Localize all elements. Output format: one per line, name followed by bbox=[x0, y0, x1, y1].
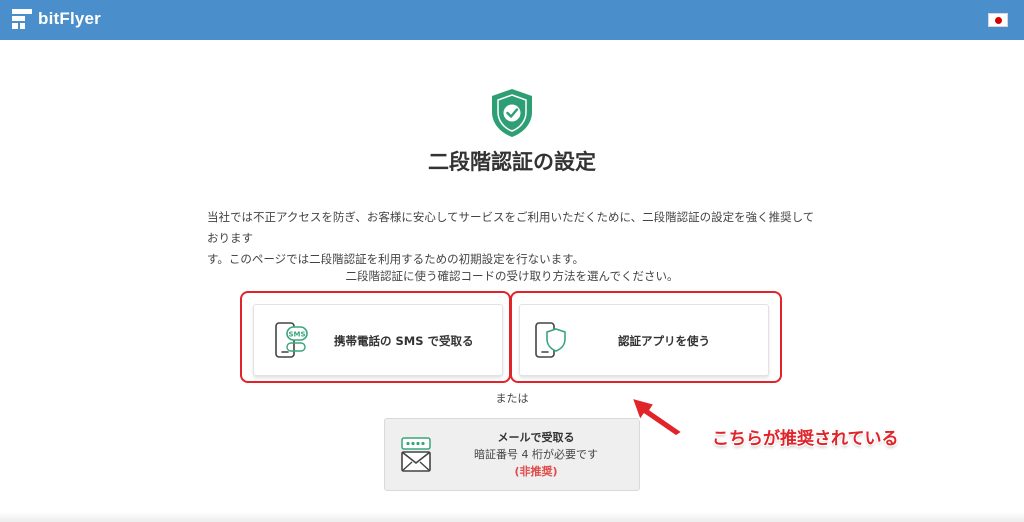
app-option-label: 認証アプリを使う bbox=[618, 334, 710, 348]
description-line-1: 当社では不正アクセスを防ぎ、お客様に安心してサービスをご利用いただくために、二段… bbox=[207, 210, 815, 245]
shield-check-icon bbox=[492, 89, 532, 137]
envelope-password-icon bbox=[401, 437, 431, 472]
email-option-text: メールで受取る 暗証番号 4 桁が必要です (非推奨) bbox=[439, 429, 633, 480]
red-arrow-icon bbox=[631, 397, 683, 437]
authenticator-app-option-button[interactable]: 認証アプリを使う bbox=[519, 304, 769, 376]
japan-flag-icon[interactable] bbox=[988, 13, 1008, 27]
choose-method-prompt: 二段階認証に使う確認コードの受け取り方法を選んでください。 bbox=[345, 269, 679, 283]
page-title: 二段階認証の設定 bbox=[428, 150, 596, 174]
annotation-recommended-text: こちらが推奨されている bbox=[712, 429, 899, 449]
bitflyer-logo-icon bbox=[12, 9, 32, 29]
bitflyer-logo[interactable]: bitFlyer bbox=[12, 9, 101, 29]
page-description: 当社では不正アクセスを防ぎ、お客様に安心してサービスをご利用いただくために、二段… bbox=[207, 207, 819, 270]
sms-option-label: 携帯電話の SMS で受取る bbox=[334, 334, 474, 348]
bottom-shade bbox=[0, 512, 1024, 522]
top-bar: bitFlyer bbox=[0, 0, 1024, 40]
sms-badge-text: SMS bbox=[288, 331, 305, 339]
description-line-2: す。このページでは二段階認証を利用するための初期設定を行ないます。 bbox=[207, 252, 584, 266]
sms-option-button[interactable]: SMS 携帯電話の SMS で受取る bbox=[253, 304, 503, 376]
or-separator: または bbox=[495, 392, 529, 405]
phone-shield-icon bbox=[535, 322, 566, 358]
email-option-title: メールで受取る bbox=[497, 431, 575, 444]
email-option-warning: (非推奨) bbox=[514, 465, 558, 478]
email-option-button[interactable]: メールで受取る 暗証番号 4 桁が必要です (非推奨) bbox=[384, 418, 640, 491]
email-option-note: 暗証番号 4 桁が必要です bbox=[474, 448, 598, 461]
logo-text: bitFlyer bbox=[38, 9, 102, 28]
phone-sms-icon: SMS bbox=[275, 322, 308, 358]
